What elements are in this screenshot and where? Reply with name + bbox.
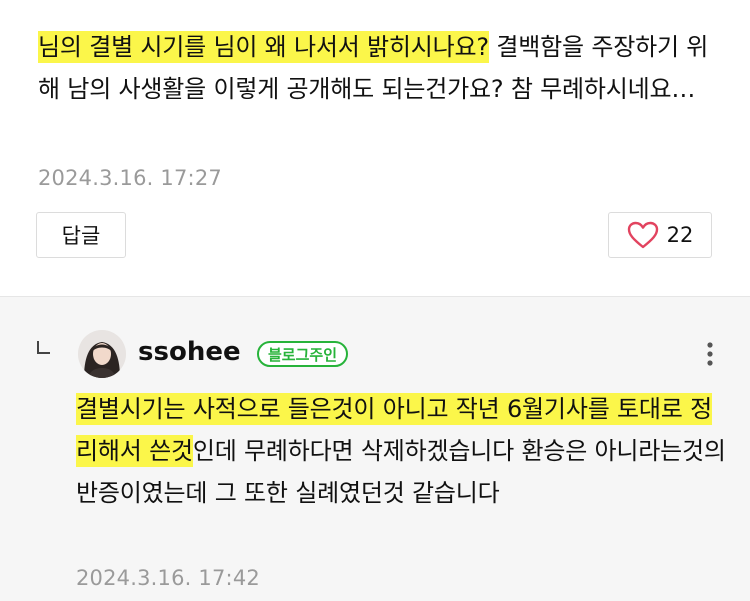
reply-text: 결별시기는 사적으로 들은것이 아니고 작년 6월기사를 토대로 정리해서 쓴것… [76, 388, 731, 514]
comment-highlighted-text: 님의 결별 시기를 님이 왜 나서서 밝히시나요? [38, 31, 489, 63]
heart-icon [627, 221, 659, 249]
more-options-icon[interactable] [700, 340, 720, 368]
reply-username[interactable]: ssohee [138, 337, 241, 367]
comment-timestamp: 2024.3.16. 17:27 [38, 166, 222, 190]
blog-owner-badge: 블로그주인 [257, 341, 349, 367]
like-button[interactable]: 22 [608, 212, 712, 258]
reply-timestamp: 2024.3.16. 17:42 [76, 566, 260, 590]
parent-comment: 님의 결별 시기를 님이 왜 나서서 밝히시나요? 결백함을 주장하기 위해 남… [0, 0, 750, 296]
comment-text: 님의 결별 시기를 님이 왜 나서서 밝히시나요? 결백함을 주장하기 위해 남… [38, 26, 728, 110]
like-count: 22 [666, 223, 694, 247]
reply-button[interactable]: 답글 [36, 212, 126, 258]
reply-arrow-icon [37, 341, 50, 354]
avatar[interactable] [78, 330, 126, 378]
